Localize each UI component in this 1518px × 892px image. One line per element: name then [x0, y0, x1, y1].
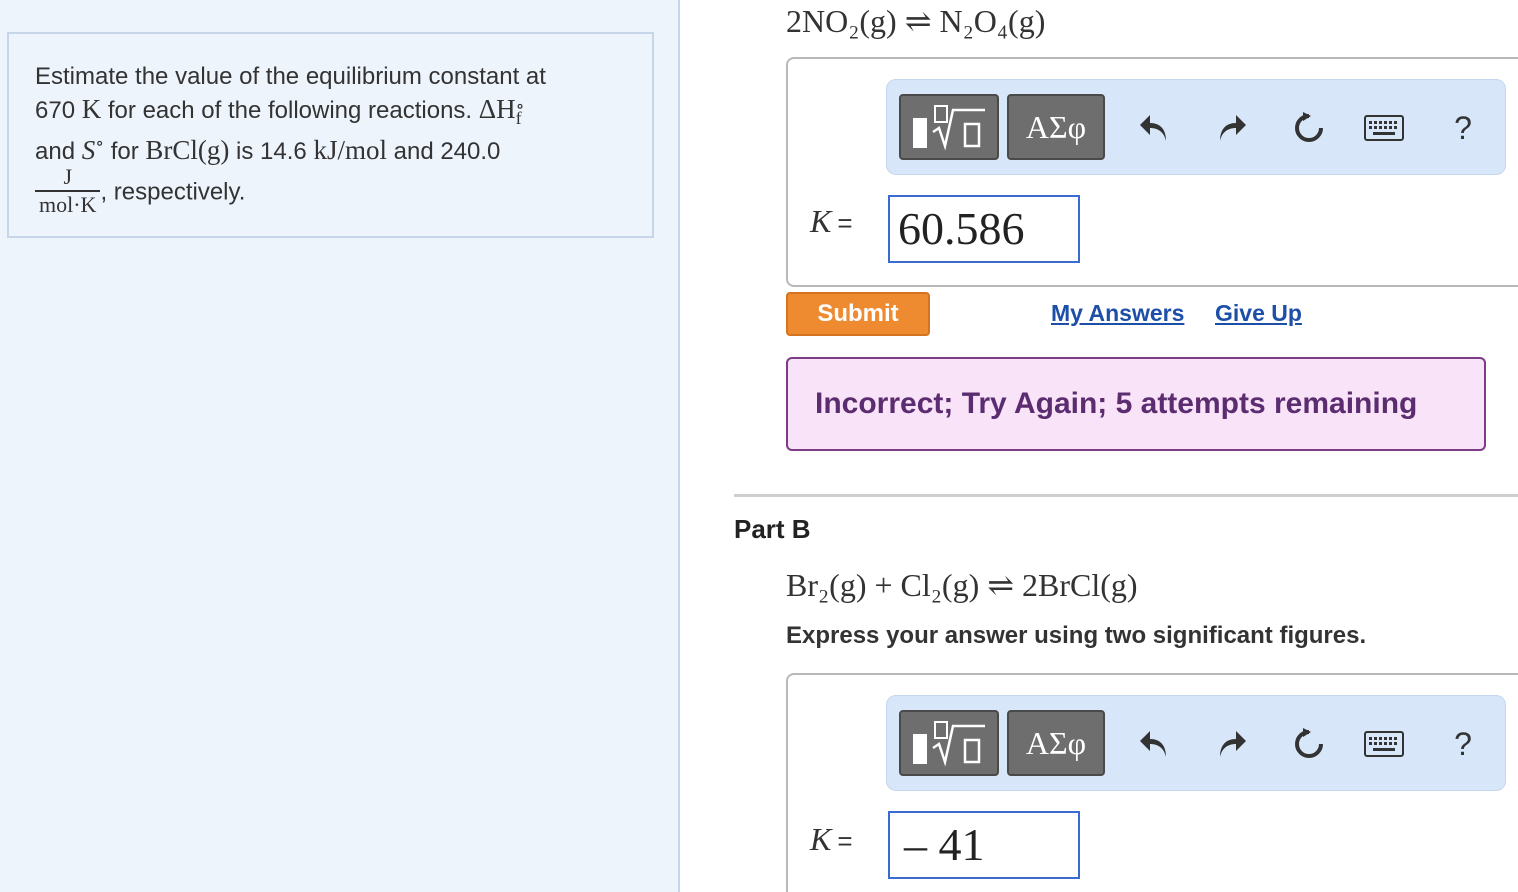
redo-icon[interactable] [1211, 724, 1251, 764]
part-b-answer-input[interactable]: – 41 [888, 811, 1080, 879]
undo-icon[interactable] [1135, 724, 1175, 764]
part-divider [734, 494, 1518, 497]
part-a-math-toolbar: ΑΣφ ? [886, 79, 1506, 175]
templates-icon [913, 721, 985, 767]
keyboard-icon[interactable] [1363, 108, 1405, 148]
feedback-message: Incorrect; Try Again; 5 attempts remaini… [786, 357, 1486, 451]
problem-line-2: for each of the following reactions. [101, 97, 473, 124]
reset-icon[interactable] [1289, 108, 1329, 148]
reset-icon[interactable] [1289, 724, 1329, 764]
help-icon[interactable]: ? [1443, 724, 1483, 764]
fraction-numerator: J [35, 164, 101, 192]
compound-formula: BrCl(g) [145, 135, 230, 165]
redo-icon[interactable] [1211, 108, 1251, 148]
part-a-answer-input[interactable]: 60.586 [888, 195, 1080, 263]
entropy-unit-fraction: J mol·K [35, 164, 101, 218]
fraction-denominator: mol·K [39, 192, 97, 217]
part-b-math-toolbar: ΑΣφ ? [886, 695, 1506, 791]
help-icon[interactable]: ? [1443, 108, 1483, 148]
enthalpy-unit: kJ/mol [313, 135, 387, 165]
problem-respectively: , respectively. [100, 178, 246, 206]
entropy-symbol: S∘ [81, 133, 105, 165]
part-b-label[interactable]: Part B [734, 514, 811, 545]
part-b-equation: Br₂(g) + Cl₂(g) ⇌ 2BrCl(g) [786, 567, 1138, 603]
templates-icon [913, 105, 985, 151]
submit-button[interactable]: Submit [786, 292, 930, 336]
part-b-answer-panel: ΑΣφ ? K = – 41 [786, 673, 1518, 892]
problem-line-1: Estimate the value of the equilibrium co… [35, 63, 546, 90]
greek-symbols-button[interactable]: ΑΣφ [1007, 710, 1105, 776]
delta-h-symbol: ΔH ∘ f [478, 94, 525, 128]
temperature-unit: K [81, 94, 102, 124]
templates-button[interactable] [899, 94, 999, 160]
problem-is: is 14.6 [229, 138, 314, 165]
part-a-equation: 2NO₂(g) ⇌ N₂O₄(g) [786, 3, 1046, 39]
problem-statement-box: Estimate the value of the equilibrium co… [7, 32, 654, 238]
part-b-instructions: Express your answer using two significan… [786, 622, 1367, 649]
problem-pane: Estimate the value of the equilibrium co… [0, 0, 680, 892]
temperature-value: 670 [35, 97, 76, 124]
keyboard-icon[interactable] [1363, 724, 1405, 764]
my-answers-link[interactable]: My Answers [1051, 300, 1184, 327]
answer-pane: 2NO₂(g) ⇌ N₂O₄(g) ΑΣφ ? K = 60.586 Submi… [682, 0, 1518, 892]
give-up-link[interactable]: Give Up [1215, 300, 1302, 327]
problem-for: for [104, 138, 146, 165]
problem-statement: Estimate the value of the equilibrium co… [35, 60, 635, 218]
problem-and-value: and 240.0 [386, 138, 501, 165]
k-label: K = [810, 821, 853, 857]
problem-and: and [35, 138, 82, 165]
greek-symbols-button[interactable]: ΑΣφ [1007, 94, 1105, 160]
part-a-answer-panel: ΑΣφ ? K = 60.586 [786, 57, 1518, 287]
templates-button[interactable] [899, 710, 999, 776]
k-label: K = [810, 203, 853, 239]
undo-icon[interactable] [1135, 108, 1175, 148]
